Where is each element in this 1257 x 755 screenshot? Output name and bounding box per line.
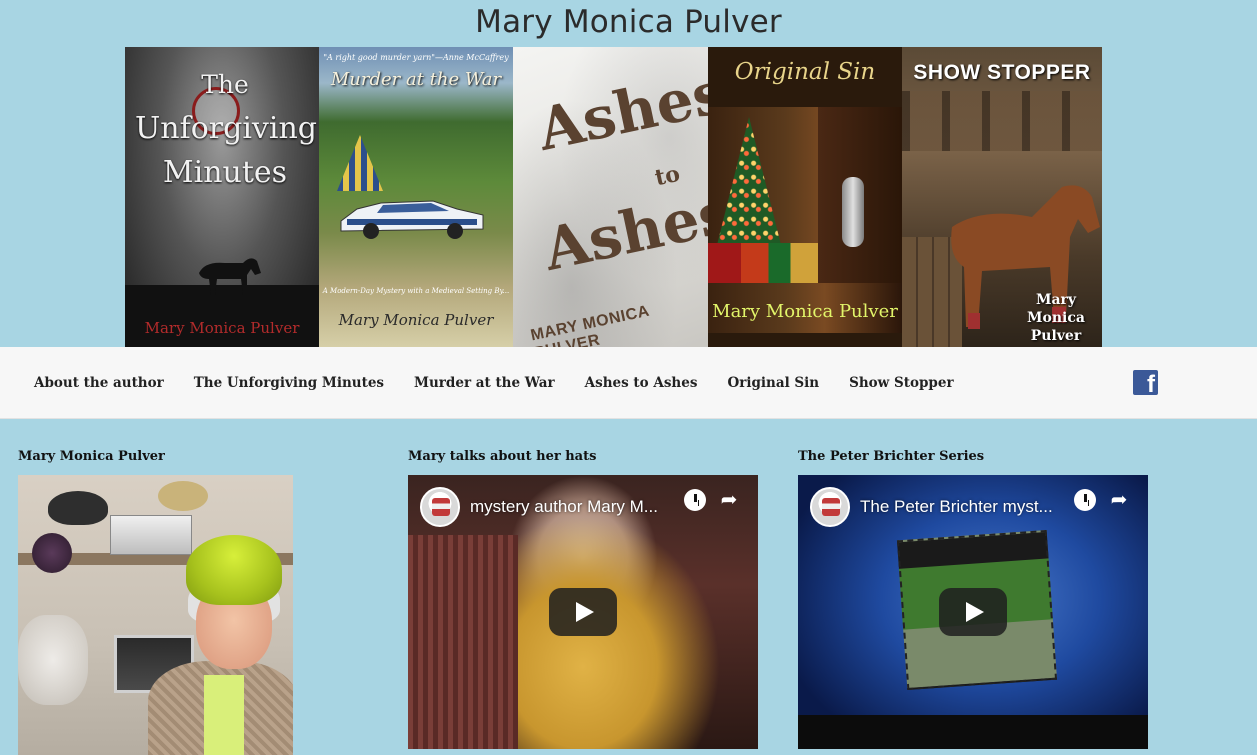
cover-author-line: Pulver: [1030, 328, 1082, 344]
video-player-series[interactable]: The Peter Brichter myst... ➦: [798, 475, 1148, 749]
nav-item-about-the-author[interactable]: About the author: [34, 375, 164, 391]
main-nav: About the author The Unforgiving Minutes…: [0, 347, 1257, 419]
video-bottom-bar: [798, 715, 1148, 749]
facebook-glyph: f: [1147, 371, 1155, 395]
horse-silhouette: [199, 258, 261, 295]
series-video-column: The Peter Brichter Series The Peter Bric…: [798, 447, 1148, 749]
cover-original-sin[interactable]: Original Sin Mary Monica Pulver: [708, 47, 902, 347]
cover-title-line: Minutes: [162, 155, 288, 190]
column-title: The Peter Brichter Series: [798, 449, 985, 464]
cover-author: Mary Monica Pulver: [338, 311, 494, 329]
cover-ashes-to-ashes[interactable]: Ashes to Ashes MARY MONICA PULVER: [513, 47, 708, 347]
shirt: [204, 675, 244, 755]
cover-author-line: Mary: [1035, 292, 1077, 308]
facebook-icon[interactable]: f: [1133, 370, 1158, 395]
cover-author-line: Monica: [1027, 310, 1085, 326]
cover-murder-at-the-war[interactable]: "A right good murder yarn"—Anne McCaffre…: [319, 47, 513, 347]
nav-item-the-unforgiving-minutes[interactable]: The Unforgiving Minutes: [194, 375, 384, 391]
nav-item-murder-at-the-war[interactable]: Murder at the War: [414, 375, 555, 391]
cover-subtitle: A Modern-Day Mystery with a Medieval Set…: [322, 287, 510, 295]
book-cover-banner: The Unforgiving Minutes Mary Monica Pulv…: [125, 47, 1102, 347]
cover-title-line: Unforgiving: [135, 111, 317, 146]
author-photo: [18, 475, 293, 755]
cover-title-line: The: [201, 70, 249, 99]
nav-item-ashes-to-ashes[interactable]: Ashes to Ashes: [585, 375, 698, 391]
author-column: Mary Monica Pulver: [18, 447, 293, 755]
cover-title: The Unforgiving Minutes: [135, 63, 317, 195]
tent-illustration: [337, 135, 383, 191]
police-car-illustration: [340, 200, 484, 239]
lime-hat: [186, 535, 282, 605]
site-title: Mary Monica Pulver: [475, 4, 782, 40]
hat: [48, 491, 108, 525]
share-icon[interactable]: ➦: [718, 489, 740, 511]
video-player-hats[interactable]: mystery author Mary M... ➦: [408, 475, 758, 749]
cover-unforgiving-minutes[interactable]: The Unforgiving Minutes Mary Monica Pulv…: [125, 47, 319, 347]
barn-beams: [902, 91, 1102, 151]
cover-blurb: "A right good murder yarn"—Anne McCaffre…: [323, 53, 509, 62]
cover-title: SHOW STOPPER: [913, 61, 1091, 84]
nav-item-original-sin[interactable]: Original Sin: [727, 375, 819, 391]
share-icon[interactable]: ➦: [1108, 489, 1130, 511]
cover-author: Mary Monica Pulver: [144, 319, 300, 337]
doorknob-illustration: [842, 177, 864, 247]
hat: [158, 481, 208, 511]
column-title: Mary Monica Pulver: [18, 449, 165, 464]
column-title: Mary talks about her hats: [408, 449, 597, 464]
play-icon[interactable]: [939, 588, 1007, 636]
clock-icon[interactable]: [1074, 489, 1096, 511]
nav-list: About the author The Unforgiving Minutes…: [34, 347, 984, 419]
gifts-illustration: [708, 243, 818, 283]
hats-video-column: Mary talks about her hats mystery author…: [408, 447, 758, 749]
hat: [32, 533, 72, 573]
channel-avatar[interactable]: [810, 487, 850, 527]
cover-author: Mary Monica Pulver: [1016, 291, 1096, 345]
nav-item-show-stopper[interactable]: Show Stopper: [849, 375, 953, 391]
printer: [110, 515, 192, 555]
cover-title: Murder at the War: [330, 69, 502, 90]
clock-icon[interactable]: [684, 489, 706, 511]
cover-title: Original Sin: [734, 59, 876, 85]
video-thumbnail-detail: [408, 535, 518, 749]
cover-show-stopper[interactable]: SHOW STOPPER Mary Monica Pulver: [902, 47, 1102, 347]
video-title[interactable]: The Peter Brichter myst...: [860, 497, 1070, 517]
video-title[interactable]: mystery author Mary M...: [470, 497, 680, 517]
cover-author: Mary Monica Pulver: [712, 301, 898, 322]
channel-avatar[interactable]: [420, 487, 460, 527]
hat: [18, 615, 88, 705]
play-icon[interactable]: [549, 588, 617, 636]
